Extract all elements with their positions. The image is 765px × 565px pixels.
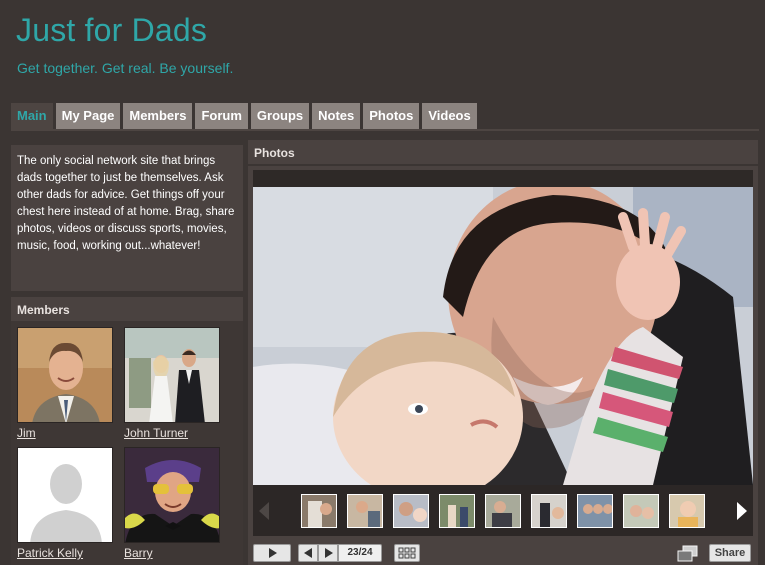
share-button[interactable]: Share [709, 544, 751, 562]
member-card: John Turner [124, 327, 222, 440]
viewer-top-bar [253, 170, 753, 187]
play-button[interactable] [253, 544, 291, 562]
main-nav-tabs: Main My Page Members Forum Groups Notes … [11, 103, 477, 131]
tab-underline [11, 129, 759, 131]
member-avatar[interactable] [17, 327, 113, 423]
photos-heading: Photos [248, 140, 758, 164]
thumbs-prev-icon[interactable] [259, 502, 269, 520]
play-icon [269, 548, 277, 558]
member-card: Jim [17, 327, 115, 440]
previous-photo-button[interactable] [298, 544, 318, 562]
grid-icon [398, 547, 416, 559]
tab-members[interactable]: Members [123, 103, 193, 129]
site-title: Just for Dads [16, 12, 208, 48]
thumbnail[interactable] [623, 494, 659, 528]
members-panel: Jim John Turner Patrick Kelly Barry [11, 321, 243, 565]
member-name[interactable]: John Turner [124, 426, 222, 440]
tab-photos[interactable]: Photos [363, 103, 420, 129]
photo-counter: 23/24 [338, 544, 382, 562]
thumbnail[interactable] [531, 494, 567, 528]
tab-videos[interactable]: Videos [422, 103, 477, 129]
thumbnail-strip [253, 485, 753, 536]
thumbnail[interactable] [347, 494, 383, 528]
thumbnail[interactable] [439, 494, 475, 528]
thumbnail[interactable] [485, 494, 521, 528]
tab-groups[interactable]: Groups [250, 103, 310, 129]
intro-text: The only social network site that brings… [11, 145, 243, 291]
member-avatar[interactable] [124, 327, 220, 423]
site-tagline: Get together. Get real. Be yourself. [17, 60, 234, 76]
previous-icon [304, 548, 312, 558]
member-avatar[interactable] [17, 447, 113, 543]
thumbnail[interactable] [393, 494, 429, 528]
members-heading: Members [11, 297, 243, 321]
member-card: Barry [124, 447, 222, 560]
next-photo-button[interactable] [318, 544, 338, 562]
next-icon [325, 548, 333, 558]
tab-notes[interactable]: Notes [312, 103, 361, 129]
member-name[interactable]: Jim [17, 426, 115, 440]
member-name[interactable]: Barry [124, 546, 222, 560]
tab-my-page[interactable]: My Page [55, 103, 121, 129]
tab-main[interactable]: Main [11, 103, 53, 131]
fullscreen-icon[interactable] [677, 545, 699, 563]
member-card: Patrick Kelly [17, 447, 115, 560]
member-name[interactable]: Patrick Kelly [17, 546, 115, 560]
member-avatar[interactable] [124, 447, 220, 543]
thumbnail[interactable] [577, 494, 613, 528]
thumbnail[interactable] [669, 494, 705, 528]
thumbnail[interactable] [301, 494, 337, 528]
grid-view-button[interactable] [394, 544, 420, 562]
slideshow-main-photo[interactable] [253, 187, 753, 485]
thumbs-next-icon[interactable] [737, 502, 747, 520]
tab-forum[interactable]: Forum [195, 103, 248, 129]
